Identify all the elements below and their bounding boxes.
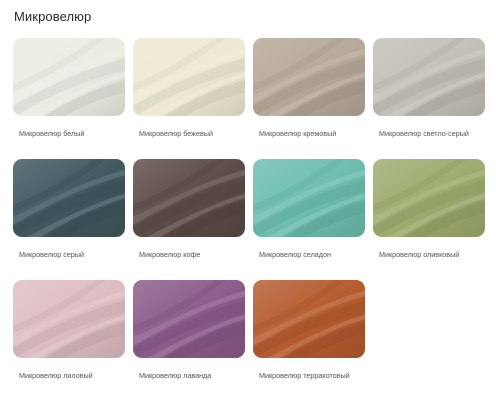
swatch-card[interactable]: Микровелюр терракотовый <box>253 280 365 401</box>
fabric-swatch-image[interactable] <box>253 38 365 116</box>
swatch-label[interactable]: Микровелюр селадон <box>259 250 363 260</box>
fabric-swatch-image[interactable] <box>253 159 365 237</box>
swatch-card[interactable]: Микровелюр лиловый <box>13 280 125 401</box>
fabric-swatch-image[interactable] <box>13 280 125 358</box>
fabric-swatch-image[interactable] <box>13 159 125 237</box>
section-title: Микровелюр <box>14 9 92 24</box>
fabric-swatch-image[interactable] <box>373 159 485 237</box>
swatch-card[interactable]: Микровелюр лаванда <box>133 280 245 401</box>
swatch-card[interactable]: Микровелюр оливковый <box>373 159 485 280</box>
fabric-swatch-image[interactable] <box>133 38 245 116</box>
swatch-card[interactable]: Микровелюр кофе <box>133 159 245 280</box>
fabric-swatch-image[interactable] <box>373 38 485 116</box>
swatch-card[interactable]: Микровелюр бежевый <box>133 38 245 159</box>
swatch-label[interactable]: Микровелюр кофе <box>139 250 243 260</box>
fabric-swatch-image[interactable] <box>253 280 365 358</box>
fabric-swatch-image[interactable] <box>13 38 125 116</box>
swatch-label[interactable]: Микровелюр лаванда <box>139 371 243 381</box>
swatch-label[interactable]: Микровелюр оливковый <box>379 250 483 260</box>
swatch-label[interactable]: Микровелюр кремовый <box>259 129 363 139</box>
swatch-card[interactable]: Микровелюр светло-серый <box>373 38 485 159</box>
swatch-grid: Микровелюр белый Микровелюр бежевый Микр… <box>13 38 485 401</box>
swatch-card[interactable]: Микровелюр серый <box>13 159 125 280</box>
fabric-swatch-image[interactable] <box>133 159 245 237</box>
swatch-label[interactable]: Микровелюр терракотовый <box>259 371 363 381</box>
swatch-label[interactable]: Микровелюр бежевый <box>139 129 243 139</box>
swatch-label[interactable]: Микровелюр светло-серый <box>379 129 483 139</box>
swatch-label[interactable]: Микровелюр белый <box>19 129 123 139</box>
swatch-label[interactable]: Микровелюр серый <box>19 250 123 260</box>
swatch-card[interactable]: Микровелюр селадон <box>253 159 365 280</box>
fabric-swatch-image[interactable] <box>133 280 245 358</box>
swatch-card[interactable]: Микровелюр белый <box>13 38 125 159</box>
swatch-label[interactable]: Микровелюр лиловый <box>19 371 123 381</box>
swatch-card[interactable]: Микровелюр кремовый <box>253 38 365 159</box>
